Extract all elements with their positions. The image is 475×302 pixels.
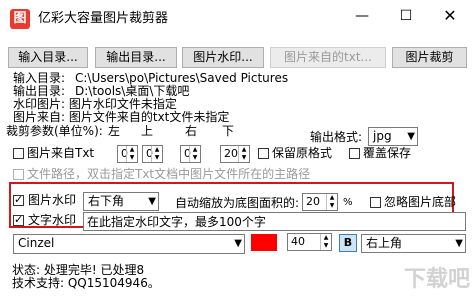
output-dir-button[interactable]: 输出目录... bbox=[95, 47, 177, 68]
spin-up-icon[interactable]: ▲ bbox=[328, 194, 336, 202]
spin-down-icon[interactable]: ▼ bbox=[240, 154, 248, 162]
crop-bottom-spinner[interactable]: 20 ▲ ▼ bbox=[220, 145, 250, 163]
text-position-value: 右上角 bbox=[366, 236, 403, 250]
crop-top-label: 上 bbox=[141, 124, 154, 138]
keep-format-checkbox[interactable] bbox=[258, 148, 269, 159]
from-txt-checkbox[interactable] bbox=[13, 148, 24, 159]
watermark-image-checkbox[interactable] bbox=[13, 193, 24, 206]
font-size-value: 40 bbox=[291, 235, 305, 248]
bold-button[interactable]: B bbox=[339, 234, 357, 252]
spin-up-icon[interactable]: ▲ bbox=[322, 234, 330, 242]
scale-label: 自动缩放为底图面积的: bbox=[175, 196, 300, 210]
text-position-select[interactable]: 右上角 ▼ bbox=[361, 234, 466, 253]
chevron-down-icon: ▼ bbox=[455, 238, 463, 249]
watermark-text-checkbox[interactable] bbox=[13, 213, 24, 226]
chevron-down-icon: ▼ bbox=[234, 238, 242, 249]
crop-right-spinner[interactable]: 0 ▲ ▼ bbox=[180, 145, 201, 163]
output-format-label: 输出格式: bbox=[310, 130, 363, 144]
crop-left-label: 左 bbox=[108, 124, 121, 138]
input-dir-button[interactable]: 输入目录... bbox=[8, 47, 88, 68]
output-format-value: jpg bbox=[373, 129, 392, 143]
font-size-spinner[interactable]: 40 ▲ ▼ bbox=[287, 233, 332, 251]
from-txt-button[interactable]: 图片来自的txt... bbox=[270, 47, 386, 68]
watermark-position-value: 右下角 bbox=[88, 194, 125, 208]
watermark-info: 水印图片: 图片水印文件未指定 bbox=[13, 97, 177, 111]
path-hint-text[interactable]: 文件路径，双击指定Txt文档中图片文件所在的主路径 bbox=[27, 167, 310, 181]
font-value: Cinzel bbox=[18, 236, 55, 250]
spin-up-icon[interactable]: ▲ bbox=[240, 146, 248, 154]
overwrite-label: 覆盖保存 bbox=[363, 146, 412, 160]
font-select[interactable]: Cinzel ▼ bbox=[13, 234, 245, 254]
scale-spinner[interactable]: 20 ▲ ▼ bbox=[302, 193, 338, 211]
spin-down-icon[interactable]: ▼ bbox=[128, 154, 136, 162]
spin-down-icon[interactable]: ▼ bbox=[328, 202, 336, 210]
scale-value: 20 bbox=[306, 195, 320, 208]
maximize-icon[interactable]: ☐ bbox=[383, 0, 429, 32]
watermark-image-label: 图片水印 bbox=[28, 193, 77, 207]
spin-up-icon[interactable]: ▲ bbox=[191, 146, 199, 154]
spin-up-icon[interactable]: ▲ bbox=[128, 146, 136, 154]
close-icon[interactable]: ✕ bbox=[427, 0, 473, 32]
app-logo-icon: 图 bbox=[10, 9, 30, 29]
output-dir-value: D:\tools\桌面\下载吧 bbox=[75, 84, 190, 98]
support-text: 技术支持: QQ15104946。 bbox=[12, 276, 160, 290]
input-dir-label: 输入目录: bbox=[13, 71, 66, 85]
watermark-position-select[interactable]: 右下角 ▼ bbox=[83, 192, 159, 211]
watermark-image-button[interactable]: 图片水印... bbox=[182, 47, 264, 68]
spin-down-icon[interactable]: ▼ bbox=[322, 242, 330, 250]
crop-params-label: 裁剪参数(单位%): bbox=[6, 124, 103, 138]
ignore-bottom-checkbox[interactable] bbox=[370, 197, 381, 208]
spin-down-icon[interactable]: ▼ bbox=[153, 154, 161, 162]
brand-watermark-logo: 下载吧 bbox=[403, 267, 470, 292]
chevron-down-icon: ▼ bbox=[148, 196, 156, 207]
path-hint-checkbox[interactable] bbox=[13, 169, 24, 180]
window-title: 亿彩大容量图片裁剪器 bbox=[38, 11, 169, 26]
status-text: 状态: 处理完毕! 已处理8 bbox=[12, 263, 145, 277]
watermark-text-value: 在此指定水印文字，最多100个字 bbox=[87, 215, 266, 229]
watermark-text-label: 文字水印 bbox=[28, 213, 77, 227]
watermark-text-input[interactable]: 在此指定水印文字，最多100个字 bbox=[83, 212, 466, 231]
crop-right-label: 右 bbox=[185, 124, 198, 138]
input-dir-value: C:\Users\po\Pictures\Saved Pictures bbox=[75, 71, 289, 85]
spin-up-icon[interactable]: ▲ bbox=[153, 146, 161, 154]
crop-top-spinner[interactable]: 0 ▲ ▼ bbox=[142, 145, 163, 163]
crop-button[interactable]: 图片裁剪 bbox=[392, 47, 467, 68]
output-dir-label: 输出目录: bbox=[13, 84, 66, 98]
source-info: 图片来自: 图片文件来自的txt文件未指定 bbox=[13, 110, 230, 124]
crop-bottom-value: 20 bbox=[224, 147, 238, 160]
crop-left-spinner[interactable]: 0 ▲ ▼ bbox=[117, 145, 138, 163]
keep-format-label: 保留原格式 bbox=[272, 146, 333, 160]
chevron-down-icon: ▼ bbox=[407, 131, 415, 142]
spin-down-icon[interactable]: ▼ bbox=[191, 154, 199, 162]
overwrite-checkbox[interactable] bbox=[349, 148, 360, 159]
output-format-select[interactable]: jpg ▼ bbox=[368, 127, 418, 146]
crop-bottom-label: 下 bbox=[222, 124, 235, 138]
scale-unit: % bbox=[343, 197, 353, 208]
color-swatch[interactable] bbox=[251, 234, 277, 251]
minimize-icon[interactable]: — bbox=[339, 0, 385, 32]
ignore-bottom-label: 忽略图片底部 bbox=[384, 195, 457, 209]
from-txt-label: 图片来自Txt bbox=[27, 146, 95, 160]
